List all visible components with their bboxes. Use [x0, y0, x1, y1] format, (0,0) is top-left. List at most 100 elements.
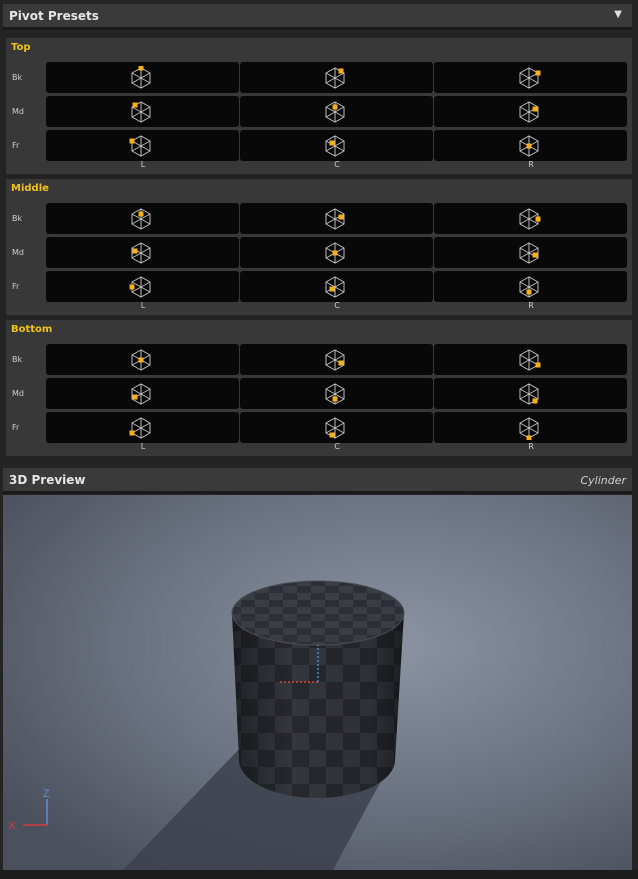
pivot-cube-icon	[519, 349, 541, 371]
pivot-dot	[329, 286, 335, 292]
pivot-dot	[138, 357, 144, 363]
pivot-cube-icon	[129, 276, 151, 298]
pivot-dot	[138, 66, 144, 71]
preview-viewport[interactable]: Z X	[3, 495, 632, 870]
pivot-preset-middle-fr-l-button[interactable]	[46, 271, 239, 302]
pivot-preset-bottom-bk-r-button[interactable]	[434, 344, 627, 375]
pivot-preset-top-md-l-button[interactable]	[46, 96, 239, 127]
pivot-preset-bottom-fr-c-button[interactable]	[240, 412, 433, 443]
row-label: Fr	[12, 423, 20, 432]
pivot-preset-middle-bk-l-button[interactable]	[46, 203, 239, 234]
pivot-cube-icon	[131, 66, 151, 89]
pivot-dot	[332, 396, 338, 402]
pivot-preset-bottom-md-r-button[interactable]	[434, 378, 627, 409]
row-label: Bk	[12, 355, 23, 364]
pivot-dot	[532, 398, 538, 404]
triangle-down-icon[interactable]: ▼	[614, 9, 622, 20]
column-label: R	[528, 301, 534, 310]
pivot-cube-icon	[325, 101, 345, 123]
pivot-dot	[338, 68, 344, 74]
pivot-preset-middle-bk-r-button[interactable]	[434, 203, 627, 234]
pivot-preset-top-fr-r-button[interactable]	[434, 130, 627, 161]
pivot-dot	[332, 104, 338, 110]
section-title: Middle	[11, 183, 49, 194]
pivot-dot	[132, 248, 138, 254]
pivot-cube-icon	[131, 208, 151, 230]
pivot-cube-icon	[129, 135, 151, 157]
pivot-dot	[129, 138, 135, 144]
pivot-preset-top-md-c-button[interactable]	[240, 96, 433, 127]
pivot-preset-middle-fr-r-button[interactable]	[434, 271, 627, 302]
pivot-dot	[526, 143, 532, 149]
pivot-preset-middle-fr-c-button[interactable]	[240, 271, 433, 302]
pivot-cube-icon	[131, 242, 151, 264]
pivot-cube-icon	[325, 276, 345, 298]
panel-title: Pivot Presets	[9, 9, 99, 23]
column-label: L	[140, 301, 146, 310]
pivot-cube-icon	[519, 276, 539, 298]
pivot-cube-icon	[519, 101, 539, 123]
pivot-dot	[526, 289, 532, 295]
pivot-cube-icon	[325, 383, 345, 405]
column-label: C	[334, 160, 340, 169]
row-label: Md	[12, 389, 24, 398]
pivot-preset-top-md-r-button[interactable]	[434, 96, 627, 127]
panel-title: 3D Preview	[9, 473, 86, 487]
pivot-dot	[132, 394, 138, 400]
pivot-dot	[526, 435, 532, 440]
pivot-cube-icon	[131, 349, 151, 371]
row-label: Bk	[12, 73, 23, 82]
pivot-dot	[535, 70, 541, 76]
section-title: Bottom	[11, 324, 53, 335]
pivot-dot	[535, 362, 541, 368]
pivot-cube-icon	[519, 383, 539, 405]
pivot-cube-icon	[325, 135, 345, 157]
column-label: R	[528, 442, 534, 451]
pivot-cube-icon	[325, 67, 345, 89]
pivot-preset-bottom-md-c-button[interactable]	[240, 378, 433, 409]
row-label: Md	[12, 107, 24, 116]
pivot-preset-bottom-bk-l-button[interactable]	[46, 344, 239, 375]
column-label: C	[334, 442, 340, 451]
cylinder-mesh	[231, 580, 405, 798]
pivot-cube-icon	[325, 208, 345, 230]
pivot-preset-bottom-fr-r-button[interactable]	[434, 412, 627, 443]
pivot-preset-bottom-bk-c-button[interactable]	[240, 344, 433, 375]
pivot-preset-top-bk-r-button[interactable]	[434, 62, 627, 93]
pivot-preset-top-fr-l-button[interactable]	[46, 130, 239, 161]
column-label: R	[528, 160, 534, 169]
pivot-dot	[329, 140, 335, 146]
pivot-preset-bottom-md-l-button[interactable]	[46, 378, 239, 409]
pivot-dot	[532, 252, 538, 258]
pivot-dot	[338, 214, 344, 220]
column-label: L	[140, 442, 146, 451]
mesh-name-label: Cylinder	[580, 474, 626, 487]
row-label: Fr	[12, 282, 20, 291]
pivot-cube-icon	[129, 417, 151, 439]
pivot-preset-top-bk-c-button[interactable]	[240, 62, 433, 93]
pivot-cube-icon	[131, 383, 151, 405]
row-label: Bk	[12, 214, 23, 223]
column-label: L	[140, 160, 146, 169]
pivot-dot	[329, 432, 335, 438]
row-label: Fr	[12, 141, 20, 150]
row-label: Md	[12, 248, 24, 257]
pivot-cube-icon	[519, 208, 541, 230]
pivot-cube-icon	[519, 67, 541, 89]
pivot-dot	[338, 360, 344, 366]
pivot-preset-middle-md-r-button[interactable]	[434, 237, 627, 268]
pivot-cube-icon	[519, 417, 539, 440]
bottom-strip	[0, 870, 638, 879]
pivot-presets-body: Top Bk Md Fr L C R Middle Bk Md Fr L C R Bottom Bk Md Fr L…	[3, 33, 632, 459]
pivot-preset-top-bk-l-button[interactable]	[46, 62, 239, 93]
axis-z-label: Z	[43, 788, 50, 800]
pivot-dot	[138, 211, 144, 217]
pivot-presets-header[interactable]: Pivot Presets ▼	[3, 4, 632, 30]
pivot-preset-bottom-fr-l-button[interactable]	[46, 412, 239, 443]
pivot-preset-middle-bk-c-button[interactable]	[240, 203, 433, 234]
pivot-preset-top-fr-c-button[interactable]	[240, 130, 433, 161]
pivot-preset-middle-md-l-button[interactable]	[46, 237, 239, 268]
pivot-dot	[332, 250, 338, 256]
pivot-preset-middle-md-c-button[interactable]	[240, 237, 433, 268]
pivot-cube-icon	[519, 242, 539, 264]
